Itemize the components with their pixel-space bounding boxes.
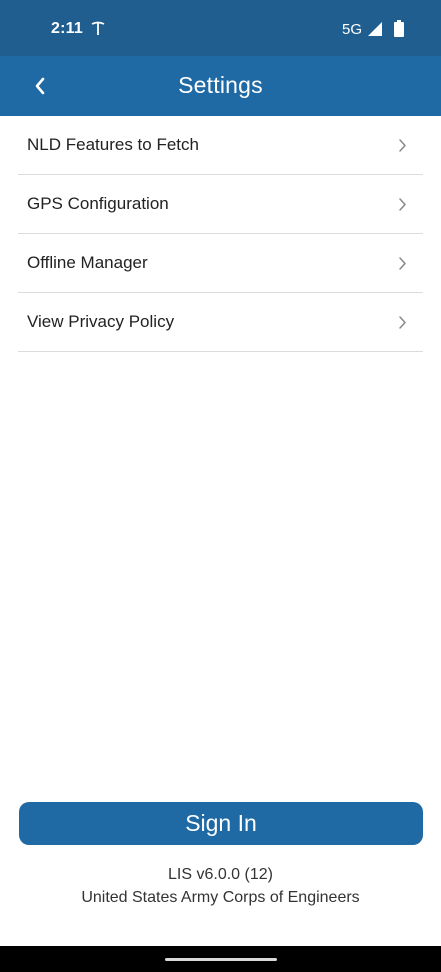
settings-screen: 2:11 5G Settings NLD Features to Fetch G…: [0, 0, 441, 972]
chevron-right-icon: [399, 139, 406, 152]
settings-item-gps-configuration[interactable]: GPS Configuration: [18, 175, 423, 234]
status-time: 2:11: [51, 20, 83, 37]
app-version: LIS v6.0.0 (12): [168, 866, 273, 883]
network-type: 5G: [342, 21, 363, 38]
settings-item-label: View Privacy Policy: [27, 312, 175, 331]
chevron-right-icon: [399, 198, 406, 211]
carrier-icon: [91, 21, 105, 35]
chevron-right-icon: [399, 316, 406, 329]
signal-icon: [368, 22, 382, 36]
organization-name: United States Army Corps of Engineers: [81, 889, 360, 906]
navigation-bar: [0, 946, 441, 972]
page-title: Settings: [178, 72, 263, 98]
settings-item-label: Offline Manager: [27, 253, 148, 272]
settings-item-offline-manager[interactable]: Offline Manager: [18, 234, 423, 293]
status-bar: 2:11 5G: [0, 0, 441, 56]
settings-item-nld-features[interactable]: NLD Features to Fetch: [18, 116, 423, 175]
battery-icon: [394, 20, 404, 37]
app-bar: Settings: [0, 56, 441, 116]
settings-item-label: NLD Features to Fetch: [27, 135, 199, 154]
settings-item-label: GPS Configuration: [27, 194, 169, 213]
settings-item-privacy-policy[interactable]: View Privacy Policy: [18, 293, 423, 352]
sign-in-button[interactable]: Sign In: [19, 802, 423, 845]
home-indicator[interactable]: [165, 958, 277, 961]
chevron-right-icon: [399, 257, 406, 270]
settings-list: NLD Features to Fetch GPS Configuration …: [18, 116, 423, 352]
